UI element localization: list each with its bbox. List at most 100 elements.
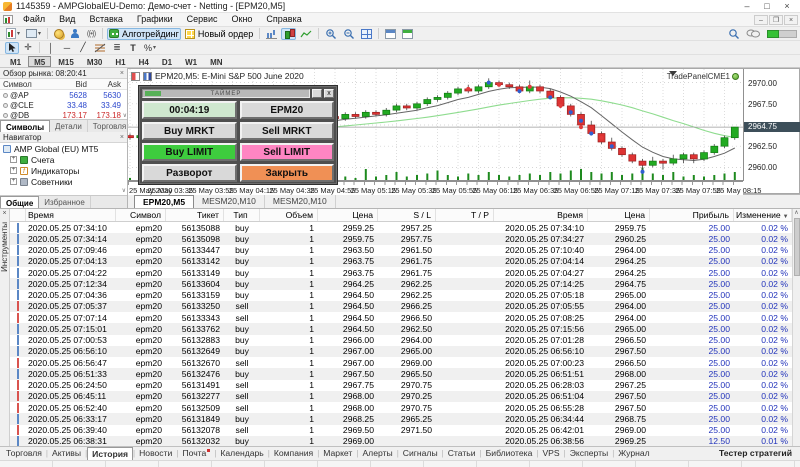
table-row[interactable]: 2020.05.25 06:56:10epm2056132649buy12967… xyxy=(10,346,792,357)
cursor-tool-button[interactable] xyxy=(5,42,19,54)
market-watch-row[interactable]: @AP56285630 xyxy=(0,90,127,100)
arrows-tool-button[interactable]: %▾ xyxy=(142,42,158,54)
table-row[interactable]: 2020.05.25 07:34:14epm2056135098buy12959… xyxy=(10,233,792,244)
child-minimize-button[interactable]: – xyxy=(754,15,768,25)
bottom-tab-Новости[interactable]: Новости xyxy=(135,447,176,460)
chat-button[interactable] xyxy=(744,28,762,40)
market-watch-row[interactable]: @CLE33.4833.49 xyxy=(0,100,127,110)
column-symbol[interactable]: Символ xyxy=(0,79,52,89)
header-Изменение[interactable]: Изменение▼ xyxy=(734,209,792,221)
timeframe-MN[interactable]: MN xyxy=(204,56,228,67)
header-Тип[interactable]: Тип xyxy=(224,209,260,221)
chart-tab-EPM20,M5[interactable]: EPM20,M5 xyxy=(134,195,194,208)
text-tool-button[interactable]: T xyxy=(126,42,140,54)
search-button[interactable] xyxy=(726,28,742,40)
profiles-button[interactable]: ▾ xyxy=(24,28,43,40)
sell-limit-button[interactable]: Sell LIMIT xyxy=(240,143,335,161)
scroll-down-icon[interactable]: ∨ xyxy=(122,187,126,194)
close-position-button[interactable]: Закрыть xyxy=(240,164,335,182)
timeframe-H4[interactable]: H4 xyxy=(133,56,155,67)
chart-tab-MESM20,M10[interactable]: MESM20,M10 xyxy=(265,195,336,208)
sell-market-button[interactable]: Sell MRKT xyxy=(240,122,335,140)
crosshair-tool-button[interactable]: ✛ xyxy=(21,42,35,54)
fibonacci-tool-button[interactable] xyxy=(92,42,108,54)
bottom-tab-Почта[interactable]: Почта xyxy=(178,447,214,460)
header-Объем[interactable]: Объем xyxy=(260,209,318,221)
reverse-button[interactable]: Разворот xyxy=(142,164,237,182)
broadcast-button[interactable]: ((•)) xyxy=(84,28,98,40)
bottom-tab-Активы[interactable]: Активы xyxy=(48,447,85,460)
menu-Файл[interactable]: Файл xyxy=(16,13,52,26)
scrollbar-thumb[interactable] xyxy=(794,218,800,276)
buy-limit-button[interactable]: Buy LIMIT xyxy=(142,143,237,161)
tab-Общие[interactable]: Общие xyxy=(0,196,39,208)
timeframe-D1[interactable]: D1 xyxy=(156,56,178,67)
table-row[interactable]: 2020.05.25 06:45:11epm2056132277sell1296… xyxy=(10,391,792,402)
column-bid[interactable]: Bid xyxy=(52,79,90,89)
zoom-in-button[interactable] xyxy=(323,28,339,40)
header-Цена[interactable]: Цена xyxy=(588,209,650,221)
table-row[interactable]: 2020.05.25 06:24:50epm2056131491sell1296… xyxy=(10,380,792,391)
price-axis[interactable]: 2970.002967.502965.002962.502960.002964.… xyxy=(743,69,800,181)
chart-window[interactable]: EPM20,M5: E-Mini S&P 500 June 2020 Trade… xyxy=(128,68,800,194)
tree-item-Советники[interactable]: +Советники xyxy=(0,176,127,187)
bottom-tab-Алерты[interactable]: Алерты xyxy=(358,447,396,460)
trade-panel-close-button[interactable]: x xyxy=(324,89,334,98)
vertical-line-tool-button[interactable]: │ xyxy=(44,42,58,54)
table-row[interactable]: 2020.05.25 07:04:13epm2056133142buy12963… xyxy=(10,256,792,267)
menu-Сервис[interactable]: Сервис xyxy=(180,13,225,26)
child-restore-button[interactable]: ❐ xyxy=(769,15,783,25)
table-row[interactable]: 2020.05.25 07:15:01epm2056133762buy12964… xyxy=(10,323,792,334)
market-watch-close-icon[interactable]: × xyxy=(120,70,124,77)
header-S / L[interactable]: S / L xyxy=(378,209,436,221)
timeframe-M5[interactable]: M5 xyxy=(28,56,51,67)
timeframe-M30[interactable]: M30 xyxy=(81,56,109,67)
header-Цена[interactable]: Цена xyxy=(318,209,378,221)
header-Прибыль[interactable]: Прибыль xyxy=(650,209,734,221)
bar-chart-button[interactable] xyxy=(264,28,279,40)
zoom-out-button[interactable] xyxy=(341,28,357,40)
minimize-button[interactable]: – xyxy=(737,1,757,12)
tab-Символы[interactable]: Символы xyxy=(0,120,50,132)
new-order-button[interactable]: Новый ордер xyxy=(183,28,255,40)
table-row[interactable]: 2020.05.25 07:34:10epm2056135088buy12959… xyxy=(10,222,792,233)
bottom-tab-Компания[interactable]: Компания xyxy=(270,447,317,460)
bottom-tab-Статьи[interactable]: Статьи xyxy=(444,447,480,460)
header-T / P[interactable]: T / P xyxy=(436,209,494,221)
table-row[interactable]: 2020.05.25 06:38:31epm2056132032buy12969… xyxy=(10,436,792,446)
table-row[interactable]: 2020.05.25 06:51:33epm2056132476buy12967… xyxy=(10,368,792,379)
table-row[interactable]: 2020.05.25 06:56:47epm2056132670sell1296… xyxy=(10,357,792,368)
tab-Торговля[interactable]: Торговля xyxy=(88,120,127,132)
trade-panel-titlebar[interactable]: ТАЙМЕР x xyxy=(142,88,334,99)
depth-of-market-icon[interactable] xyxy=(131,72,140,81)
vertical-scrollbar[interactable]: ∧ xyxy=(792,209,800,446)
table-row[interactable]: 2020.05.25 07:04:36epm2056133159buy12964… xyxy=(10,290,792,301)
table-row[interactable]: 2020.05.25 07:04:22epm2056133149buy12963… xyxy=(10,267,792,278)
header-Символ[interactable]: Символ xyxy=(116,209,166,221)
tab-Детали[interactable]: Детали xyxy=(50,120,88,132)
ea-smiley-icon[interactable] xyxy=(732,73,739,80)
header-Тикет[interactable]: Тикет xyxy=(166,209,224,221)
chart-mode-icon[interactable] xyxy=(143,72,152,81)
trade-panel-minimize-button[interactable] xyxy=(312,89,322,98)
navigator-close-icon[interactable]: × xyxy=(120,134,124,141)
table-row[interactable]: 2020.05.25 07:09:46epm2056133447buy12963… xyxy=(10,245,792,256)
scroll-up-icon[interactable]: ∧ xyxy=(794,209,798,217)
tree-item-Счета[interactable]: +Счета xyxy=(0,154,127,165)
menu-Графики[interactable]: Графики xyxy=(130,13,180,26)
algotrading-toggle[interactable]: Алготрейдинг xyxy=(107,28,181,40)
bottom-tab-Календарь[interactable]: Календарь xyxy=(216,447,267,460)
table-row[interactable]: 2020.05.25 07:07:14epm2056133343sell1296… xyxy=(10,312,792,323)
menu-Окно[interactable]: Окно xyxy=(225,13,260,26)
horizontal-line-tool-button[interactable]: ─ xyxy=(60,42,74,54)
window-cascade-button[interactable] xyxy=(383,28,398,40)
chart-window-icon[interactable] xyxy=(3,15,13,24)
menu-Вид[interactable]: Вид xyxy=(52,13,82,26)
menu-Справка[interactable]: Справка xyxy=(259,13,308,26)
bottom-tab-История[interactable]: История xyxy=(87,447,133,460)
table-row[interactable]: 2020.05.25 06:52:40epm2056132509sell1296… xyxy=(10,402,792,413)
header-icon[interactable] xyxy=(10,209,26,221)
window-vertical-button[interactable] xyxy=(400,28,415,40)
timeframe-M1[interactable]: M1 xyxy=(4,56,27,67)
toolbox-close-icon[interactable]: × xyxy=(2,209,6,218)
